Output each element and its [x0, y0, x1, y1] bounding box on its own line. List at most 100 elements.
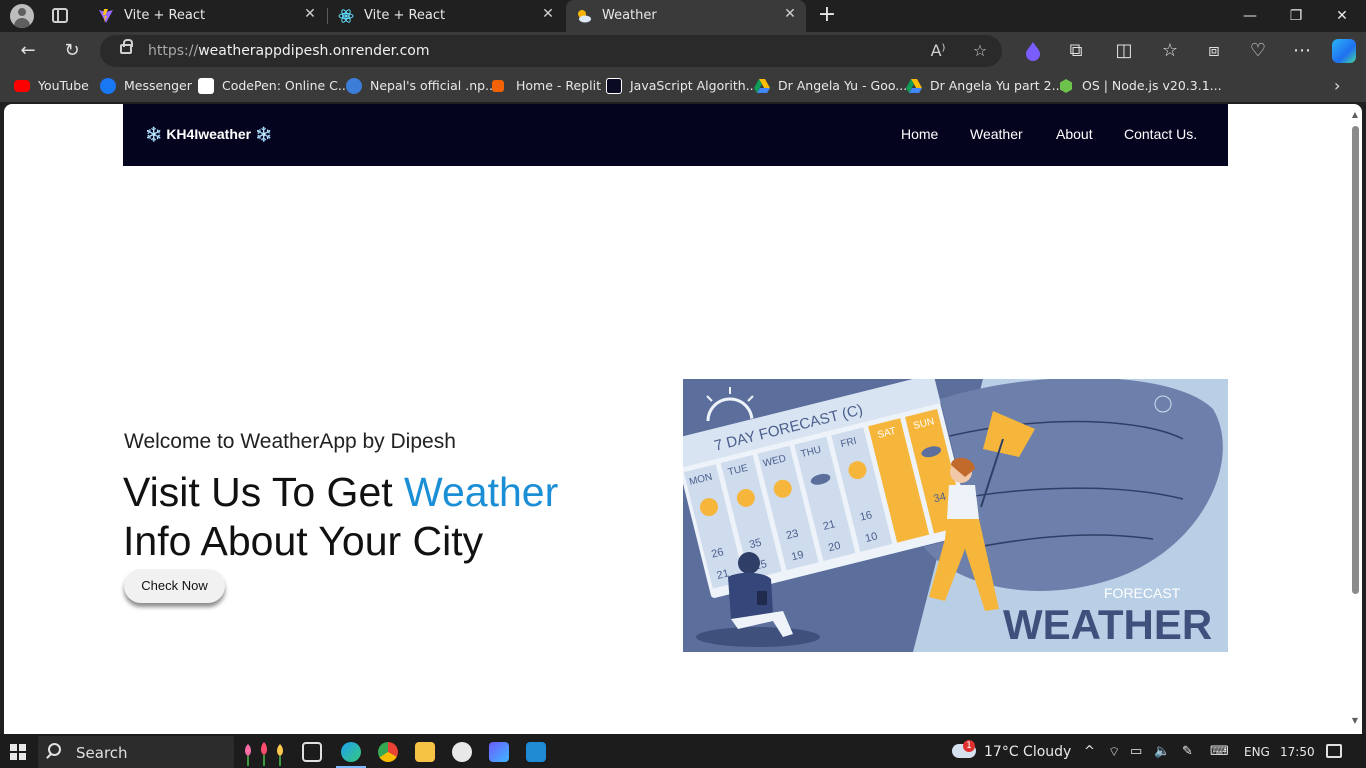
tab-actions-icon[interactable]	[52, 8, 68, 23]
nodejs-icon	[1060, 79, 1072, 93]
lock-icon[interactable]	[120, 39, 133, 54]
site-navbar: ❄️ KH4Iweather ❄️ Home Weather About Con…	[123, 104, 1228, 166]
tab-strip: Vite + React ✕ Vite + React ✕ Weather ✕ …	[0, 0, 1366, 32]
minimize-icon[interactable]: —	[1238, 4, 1262, 28]
pen-icon[interactable]: ✎	[1182, 744, 1193, 759]
url-text[interactable]: https://weatherappdipesh.onrender.com	[148, 43, 430, 59]
taskbar-search-box[interactable]: Search	[38, 736, 234, 768]
tab-vite-react-1[interactable]: Vite + React ✕	[88, 0, 326, 32]
weather-forecast-illustration: 7 DAY FORECAST (C) MON TUE WED THU FRI S…	[683, 379, 1228, 652]
scroll-down-icon[interactable]: ▼	[1350, 716, 1360, 726]
weather-cloud-icon	[578, 10, 591, 23]
restore-icon[interactable]: ❐	[1284, 4, 1308, 28]
search-placeholder: Search	[76, 744, 128, 762]
extensions-puzzle-icon[interactable]: ⧉	[1064, 39, 1088, 63]
check-now-button[interactable]: Check Now	[124, 569, 225, 603]
nav-about[interactable]: About	[1056, 126, 1093, 142]
search-icon	[48, 743, 61, 756]
np-icon	[346, 78, 362, 94]
extension-drop-icon[interactable]	[1024, 41, 1042, 61]
illustration-caption-small: FORECAST	[1104, 585, 1181, 601]
tab-title: Vite + React	[124, 8, 206, 23]
google-drive-icon	[906, 79, 922, 93]
window-close-icon[interactable]: ✕	[1330, 4, 1354, 28]
favorites-icon[interactable]: ☆	[1158, 39, 1182, 63]
new-tab-button[interactable]: +	[816, 4, 838, 26]
address-bar[interactable]: https://weatherappdipesh.onrender.com A⁾…	[100, 35, 1002, 67]
google-drive-icon	[754, 79, 770, 93]
copilot-icon[interactable]	[1332, 39, 1356, 63]
headline-accent: Weather	[404, 469, 559, 515]
close-icon[interactable]: ✕	[302, 6, 318, 22]
illustration-caption-big: WEATHER	[1003, 601, 1212, 648]
profile-avatar-icon[interactable]	[10, 4, 34, 28]
split-screen-icon[interactable]: ◫	[1112, 39, 1136, 63]
file-explorer-icon[interactable]	[415, 742, 435, 762]
bookmark-label: CodePen: Online C...	[222, 78, 350, 93]
windows-start-icon[interactable]	[10, 744, 26, 760]
bookmark-label: Dr Angela Yu - Goo...	[778, 78, 908, 93]
url-scheme: https://	[148, 43, 199, 59]
page-viewport: ❄️ KH4Iweather ❄️ Home Weather About Con…	[4, 104, 1362, 734]
volume-icon[interactable]: 🔈	[1154, 744, 1170, 759]
read-aloud-icon[interactable]: A⁾	[926, 39, 950, 63]
react-icon	[338, 9, 354, 23]
facebook-icon	[100, 78, 116, 94]
clock[interactable]: 17:50	[1280, 745, 1315, 759]
chevron-right-icon[interactable]: ›	[1334, 76, 1340, 95]
close-icon[interactable]: ✕	[782, 6, 798, 22]
keyboard-icon[interactable]: ⌨	[1210, 744, 1229, 759]
taskbar-weather[interactable]: 17°C Cloudy	[984, 744, 1071, 760]
scrollbar-thumb[interactable]	[1352, 126, 1359, 594]
bookmarks-bar: YouTube Messenger CodePen: Online C... N…	[0, 70, 1366, 102]
weather-badge: 1	[963, 740, 975, 752]
codepen-icon	[198, 78, 214, 94]
close-icon[interactable]: ✕	[540, 6, 556, 22]
copilot-app-icon[interactable]	[489, 742, 509, 762]
youtube-icon	[14, 80, 30, 92]
mongodb-compass-icon[interactable]	[452, 742, 472, 762]
page-scrollbar[interactable]: ▲ ▼	[1350, 110, 1360, 728]
favorite-star-icon[interactable]: ☆	[968, 39, 992, 63]
headline-part1: Visit Us To Get	[123, 469, 405, 515]
language-indicator[interactable]: ENG	[1244, 745, 1270, 759]
vscode-icon[interactable]	[526, 742, 546, 762]
fcc-icon	[606, 78, 622, 94]
tab-weather[interactable]: Weather ✕	[566, 0, 806, 32]
welcome-text: Welcome to WeatherApp by Dipesh	[124, 430, 456, 453]
bookmark-label: YouTube	[38, 78, 89, 93]
tab-title: Weather	[602, 8, 657, 23]
bookmark-label: Messenger	[124, 78, 192, 93]
refresh-icon[interactable]: ↻	[60, 39, 84, 63]
bookmark-label: Dr Angela Yu part 2...	[930, 78, 1064, 93]
notifications-icon[interactable]	[1326, 744, 1342, 758]
nav-weather[interactable]: Weather	[970, 126, 1023, 142]
vite-icon	[99, 9, 113, 23]
tab-vite-react-2[interactable]: Vite + React ✕	[328, 0, 564, 32]
bookmark-label: JavaScript Algorith...	[630, 78, 758, 93]
more-menu-icon[interactable]: ⋯	[1290, 39, 1314, 63]
wifi-icon[interactable]: ⌔	[1108, 744, 1120, 760]
tulips-icon[interactable]	[238, 738, 290, 766]
battery-icon[interactable]: ▭	[1130, 744, 1142, 759]
windows-taskbar: Search 1 17°C Cloudy ^ ⌔ ▭ 🔈 ✎ ⌨ ENG 17:…	[0, 734, 1366, 768]
back-icon[interactable]: ←	[16, 39, 40, 63]
edge-browser-icon[interactable]	[341, 742, 361, 762]
bookmark-label: Nepal's official .np...	[370, 78, 497, 93]
chevron-up-icon[interactable]: ^	[1084, 744, 1095, 759]
chrome-icon[interactable]	[378, 742, 398, 762]
site-brand[interactable]: ❄️ KH4Iweather ❄️	[145, 126, 272, 143]
hero-headline: Visit Us To Get Weather Info About Your …	[123, 468, 643, 566]
nav-contact[interactable]: Contact Us.	[1124, 126, 1197, 142]
tab-title: Vite + React	[364, 8, 446, 23]
replit-icon	[492, 80, 504, 92]
nav-home[interactable]: Home	[901, 126, 938, 142]
performance-icon[interactable]: ♡	[1246, 39, 1270, 63]
headline-part2: Info About Your City	[123, 518, 484, 564]
task-view-icon[interactable]	[302, 742, 322, 762]
scroll-up-icon[interactable]: ▲	[1350, 110, 1360, 120]
browser-toolbar: ← ↻ https://weatherappdipesh.onrender.co…	[0, 32, 1366, 70]
bookmark-label: Home - Replit	[516, 78, 601, 93]
collections-icon[interactable]: ⧈	[1202, 39, 1226, 63]
url-host: weatherappdipesh.onrender.com	[198, 43, 430, 59]
